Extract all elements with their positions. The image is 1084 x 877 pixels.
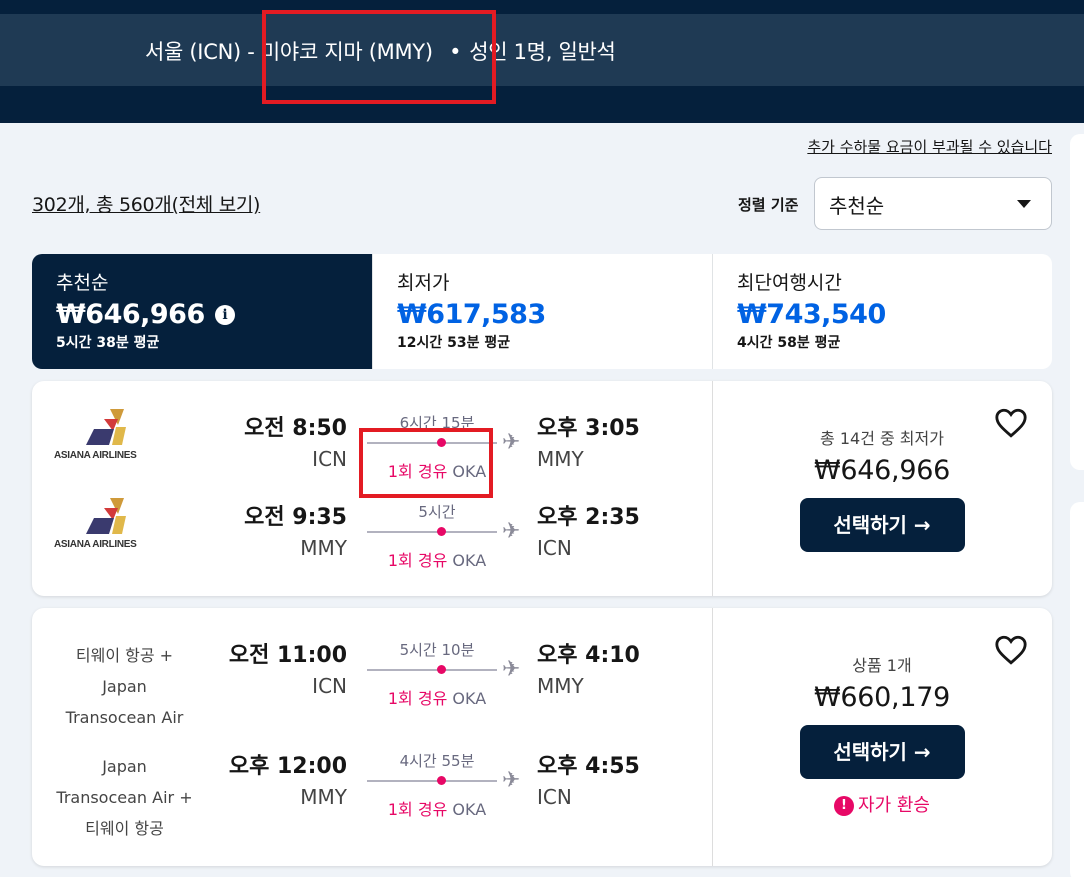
arrival-airport: MMY: [537, 674, 584, 698]
sort-label: 정렬 기준: [738, 196, 799, 214]
tab-label: 최단여행시간: [737, 272, 842, 294]
price: ₩660,179: [814, 682, 950, 713]
airline-name: Japan Transocean Air + 티웨이 항공: [42, 751, 207, 844]
select-button[interactable]: 선택하기 →: [799, 498, 965, 552]
tab-label: 추천순: [56, 272, 109, 294]
exclamation-icon: !: [834, 796, 855, 816]
price-area: 총 14건 중 최저가 ₩646,966 선택하기 →: [712, 425, 1052, 552]
plane-icon: ✈: [502, 768, 521, 793]
tab-price: ₩743,540: [737, 299, 886, 330]
stop-airport: OKA: [452, 800, 487, 819]
destination-highlight-box: [262, 10, 496, 104]
return-leg: Japan Transocean Air + 티웨이 항공 오후 12:00 M…: [32, 719, 712, 838]
stop-count: 1회 경유: [387, 800, 448, 819]
sort-tabs: 추천순 ₩646,966 i 5시간 38분 평균 최저가 ₩617,583 12…: [32, 254, 1052, 369]
airline-name-line: 티웨이 항공: [85, 819, 164, 838]
departure-time: 오전 8:50: [244, 416, 347, 441]
asiana-tail-icon: [86, 409, 126, 445]
stop-dot: [437, 527, 446, 536]
baggage-fee-link[interactable]: 추가 수하물 요금이 부과될 수 있습니다: [807, 136, 1052, 157]
departure-airport: ICN: [312, 674, 347, 698]
departure-airport: ICN: [312, 447, 347, 471]
flight-result-card[interactable]: ASIANA AIRLINES 오전 8:50 ICN 6시간 15분 ✈ 1회…: [32, 381, 1052, 596]
route-line: [367, 669, 497, 671]
price-note: 상품 1개: [852, 656, 912, 675]
stop-dot: [437, 776, 446, 785]
flight-duration: 5시간: [418, 503, 456, 521]
side-panel-card: [1070, 134, 1084, 470]
airline-name-line: Japan: [102, 677, 147, 696]
arrival-time: 오후 4:10: [537, 643, 640, 668]
asiana-tail-icon: [86, 498, 126, 534]
stop-count: 1회 경유: [387, 551, 448, 570]
departure-airport: MMY: [300, 785, 347, 809]
side-panel-card: [1070, 502, 1084, 877]
price-area: 상품 1개 ₩660,179 선택하기 → ! 자가 환승: [712, 652, 1052, 817]
tab-average-duration: 12시간 53분 평균: [397, 335, 511, 351]
info-icon[interactable]: i: [214, 305, 235, 325]
airline-logo: ASIANA AIRLINES: [54, 409, 164, 461]
stop-airport: OKA: [452, 689, 487, 708]
arrival-airport: ICN: [537, 785, 572, 809]
stops-info: 1회 경유 OKA: [367, 796, 507, 820]
stop-info-highlight-box: [359, 428, 493, 498]
departure-time: 오전 9:35: [244, 505, 347, 530]
stops-info: 1회 경유 OKA: [367, 547, 507, 571]
route-origin: 서울 (ICN) -: [145, 40, 261, 64]
airline-name-line: Transocean Air +: [56, 788, 193, 807]
airline-name: ASIANA AIRLINES: [54, 450, 137, 461]
stop-count: 1회 경유: [387, 689, 448, 708]
departure-time: 오전 11:00: [228, 643, 347, 668]
tab-average-duration: 4시간 58분 평균: [737, 335, 841, 351]
stop-airport: OKA: [452, 551, 487, 570]
self-transfer-warning[interactable]: ! 자가 환승: [712, 791, 1052, 817]
airline-logo: ASIANA AIRLINES: [54, 498, 164, 550]
plane-icon: ✈: [502, 657, 521, 682]
warning-text: 자가 환승: [858, 795, 930, 816]
tab-recommended[interactable]: 추천순 ₩646,966 i 5시간 38분 평균: [32, 254, 372, 369]
airline-name: ASIANA AIRLINES: [54, 539, 137, 550]
plane-icon: ✈: [502, 430, 521, 455]
arrival-airport: MMY: [537, 447, 584, 471]
departure-time: 오후 12:00: [228, 754, 347, 779]
price: ₩646,966: [814, 455, 950, 486]
route-line: [367, 780, 497, 782]
results-count-link[interactable]: 302개, 총 560개(전체 보기): [32, 190, 260, 217]
tab-price: ₩617,583: [397, 299, 546, 330]
flight-result-card[interactable]: 티웨이 항공 + Japan Transocean Air 오전 11:00 I…: [32, 608, 1052, 866]
stop-dot: [437, 665, 446, 674]
stops-info: 1회 경유 OKA: [367, 685, 507, 709]
tab-price: ₩646,966: [56, 299, 205, 330]
arrival-time: 오후 4:55: [537, 754, 640, 779]
tab-fastest[interactable]: 최단여행시간 ₩743,540 4시간 58분 평균: [712, 254, 1052, 369]
airline-name-line: Japan: [102, 757, 147, 776]
departure-airport: MMY: [300, 536, 347, 560]
sort-selected-value: 추천순: [829, 194, 885, 218]
tab-label: 최저가: [397, 272, 450, 294]
tab-average-duration: 5시간 38분 평균: [56, 335, 160, 351]
tab-cheapest[interactable]: 최저가 ₩617,583 12시간 53분 평균: [372, 254, 712, 369]
flight-duration: 4시간 55분: [399, 752, 475, 770]
arrival-airport: ICN: [537, 536, 572, 560]
flight-duration: 5시간 10분: [399, 641, 475, 659]
arrival-time: 오후 3:05: [537, 416, 640, 441]
route-line: [367, 531, 497, 533]
plane-icon: ✈: [502, 519, 521, 544]
caret-down-icon: [1017, 200, 1031, 208]
price-note: 총 14건 중 최저가: [820, 429, 944, 448]
select-button[interactable]: 선택하기 →: [799, 725, 965, 779]
outbound-leg: 티웨이 항공 + Japan Transocean Air 오전 11:00 I…: [32, 608, 712, 727]
header-bar: 서울 (ICN) - 미야코 지마 (MMY) • 성인 1명, 일반석: [0, 0, 1084, 123]
sort-dropdown[interactable]: 추천순: [814, 177, 1052, 230]
arrival-time: 오후 2:35: [537, 505, 640, 530]
airline-name-line: 티웨이 항공 +: [75, 646, 174, 665]
